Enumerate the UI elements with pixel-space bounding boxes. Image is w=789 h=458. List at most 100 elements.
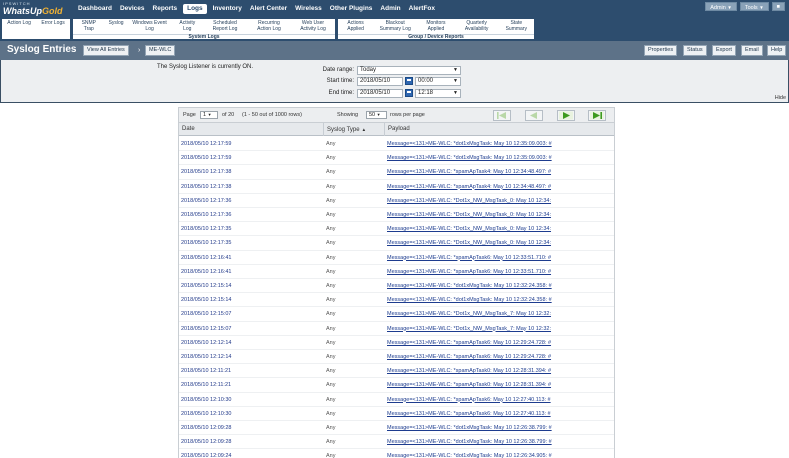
subnav-item-blackout-summary-log[interactable]: Blackout Summary Log [373,19,417,32]
row-payload-link[interactable]: Message=<131>ME-WLC: *Dot1x_NW_MsgTask_0… [387,194,612,208]
subnav-item-activity-log[interactable]: Activity Log [172,19,203,32]
table-row[interactable]: 2018/05/10 12:17:38 Any Message=<131>ME-WL… [179,165,614,180]
table-row[interactable]: 2018/05/10 12:15:07 Any Message=<131>ME-WL… [179,307,614,322]
table-row[interactable]: 2018/05/10 12:17:36 Any Message=<131>ME-WL… [179,194,614,208]
row-payload-link[interactable]: Message=<131>ME-WLC: *spamApTask6: May 1… [387,350,612,364]
page-select[interactable]: 1 ▼ [200,111,218,119]
nav-item-admin[interactable]: Admin [376,4,404,14]
row-payload-link[interactable]: Message=<131>ME-WLC: *spamApTask6: May 1… [387,393,612,407]
calendar-icon[interactable] [405,77,413,85]
row-payload-link[interactable]: Message=<131>ME-WLC: *dot1xMsgTask: May … [387,293,612,307]
email-button[interactable]: Email [741,45,763,56]
nav-item-inventory[interactable]: Inventory [209,4,246,14]
row-payload-link[interactable]: Message=<131>ME-WLC: *spamApTask0: May 1… [387,378,612,392]
properties-button[interactable]: Properties [644,45,678,56]
row-date: 2018/05/10 12:10:30 [181,396,232,403]
subnav-item-actions-applied[interactable]: Actions Applied [338,19,373,32]
table-row[interactable]: 2018/05/10 12:16:41 Any Message=<131>ME-WL… [179,265,614,279]
window-button[interactable]: ■ [771,2,785,11]
table-row[interactable]: 2018/05/10 12:09:28 Any Message=<131>ME-WL… [179,435,614,450]
row-payload-link[interactable]: Message=<131>ME-WLC: *dot1xMsgTask: May … [387,449,612,458]
table-row[interactable]: 2018/05/10 12:11:21 Any Message=<131>ME-WL… [179,364,614,379]
table-row[interactable]: 2018/05/10 12:10:30 Any Message=<131>ME-WL… [179,393,614,407]
table-row[interactable]: 2018/05/10 12:15:14 Any Message=<131>ME-WL… [179,293,614,308]
next-page-button[interactable] [557,110,575,121]
table-row[interactable]: 2018/05/10 12:12:14 Any Message=<131>ME-WL… [179,350,614,365]
subnav-item-action-log[interactable]: Action Log [3,19,35,27]
start-time-select[interactable]: 00:00 ▼ [415,76,461,86]
subnav-item-recurring-action-log[interactable]: Recurring Action Log [247,19,291,32]
rows-per-page-select[interactable]: 50 ▼ [366,111,387,119]
row-payload-link[interactable]: Message=<131>ME-WLC: *dot1xMsgTask: May … [387,435,612,449]
row-payload-link[interactable]: Message=<131>ME-WLC: *spamApTask0: May 1… [387,364,612,378]
previous-page-button[interactable] [525,110,543,121]
table-row[interactable]: 2018/05/10 12:11:21 Any Message=<131>ME-WL… [179,378,614,393]
table-row[interactable]: 2018/05/10 12:17:38 Any Message=<131>ME-WL… [179,180,614,194]
row-payload-link[interactable]: Message=<131>ME-WLC: *spamApTask4: May 1… [387,180,612,194]
table-row[interactable]: 2018/05/10 12:15:07 Any Message=<131>ME-WL… [179,322,614,336]
export-button[interactable]: Export [712,45,736,56]
subnav-group-caption [2,34,70,39]
tools-menu-button[interactable]: Tools ▼ [739,2,769,11]
row-payload-link[interactable]: Message=<131>ME-WLC: *spamApTask6: May 1… [387,407,612,421]
row-payload-link[interactable]: Message=<131>ME-WLC: *spamApTask4: May 1… [387,165,612,179]
row-payload-link[interactable]: Message=<131>ME-WLC: *spamApTask6: May 1… [387,265,612,279]
table-row[interactable]: 2018/05/10 12:09:28 Any Message=<131>ME-WL… [179,421,614,436]
subnav-item-monitors-applied[interactable]: Monitors Applied [417,19,454,32]
nav-item-alertfox[interactable]: AlertFox [405,4,439,14]
subnav-item-windows-event-log[interactable]: Windows Event Log [128,19,172,32]
subnav-item-snmp-trap[interactable]: SNMP Trap [73,19,105,32]
device-breadcrumb-button[interactable]: ME-WLC [145,45,176,56]
nav-item-wireless[interactable]: Wireless [291,4,326,14]
table-row[interactable]: 2018/05/10 12:17:59 Any Message=<131>ME-WL… [179,137,614,152]
subnav-item-quarterly-availability[interactable]: Quarterly Availability [455,19,499,32]
table-row[interactable]: 2018/05/10 12:12:14 Any Message=<131>ME-WL… [179,336,614,350]
column-header-payload[interactable]: Payload [385,123,614,136]
row-payload-link[interactable]: Message=<131>ME-WLC: *Dot1x_NW_MsgTask_7… [387,307,612,321]
column-header-syslog-type[interactable]: Syslog Type ▲ [324,123,385,136]
table-row[interactable]: 2018/05/10 12:16:41 Any Message=<131>ME-WL… [179,251,614,265]
first-page-button[interactable] [493,110,511,121]
nav-item-devices[interactable]: Devices [116,4,149,14]
date-range-select[interactable]: Today ▼ [357,65,461,75]
row-payload-link[interactable]: Message=<131>ME-WLC: *spamApTask6: May 1… [387,251,612,265]
row-payload-link[interactable]: Message=<131>ME-WLC: *Dot1x_NW_MsgTask_0… [387,222,612,236]
table-row[interactable]: 2018/05/10 12:09:24 Any Message=<131>ME-WL… [179,449,614,458]
help-button[interactable]: Help [767,45,787,56]
nav-item-dashboard[interactable]: Dashboard [74,4,116,14]
subnav-item-web-user-activity-log[interactable]: Web User Activity Log [291,19,335,32]
nav-item-alert-center[interactable]: Alert Center [246,4,291,14]
table-row[interactable]: 2018/05/10 12:10:30 Any Message=<131>ME-WL… [179,407,614,421]
row-payload-link[interactable]: Message=<131>ME-WLC: *Dot1x_NW_MsgTask_7… [387,322,612,336]
table-row[interactable]: 2018/05/10 12:17:35 Any Message=<131>ME-WL… [179,236,614,251]
nav-item-logs[interactable]: Logs [183,4,207,14]
subnav-item-scheduled-report-log[interactable]: Scheduled Report Log [203,19,247,32]
row-payload-link[interactable]: Message=<131>ME-WLC: *spamApTask6: May 1… [387,336,612,350]
user-menu-button[interactable]: Admin ▼ [705,2,737,11]
whatsup-gold-logo[interactable]: IPSWITCH WhatsUpGold [3,1,71,17]
start-date-input[interactable]: 2018/05/10 [357,76,403,86]
row-payload-link[interactable]: Message=<131>ME-WLC: *dot1xMsgTask: May … [387,137,612,151]
table-row[interactable]: 2018/05/10 12:17:36 Any Message=<131>ME-WL… [179,208,614,223]
row-payload-link[interactable]: Message=<131>ME-WLC: *Dot1x_NW_MsgTask_0… [387,208,612,222]
nav-item-reports[interactable]: Reports [149,4,182,14]
row-payload-link[interactable]: Message=<131>ME-WLC: *dot1xMsgTask: May … [387,151,612,165]
row-payload-link[interactable]: Message=<131>ME-WLC: *dot1xMsgTask: May … [387,279,612,293]
status-button[interactable]: Status [683,45,707,56]
table-row[interactable]: 2018/05/10 12:17:35 Any Message=<131>ME-WL… [179,222,614,237]
row-payload-link[interactable]: Message=<131>ME-WLC: *dot1xMsgTask: May … [387,421,612,435]
subnav-item-syslog[interactable]: Syslog [105,19,128,27]
table-row[interactable]: 2018/05/10 12:17:59 Any Message=<131>ME-WL… [179,151,614,166]
table-row[interactable]: 2018/05/10 12:15:14 Any Message=<131>ME-WL… [179,279,614,294]
calendar-icon[interactable] [405,89,413,97]
hide-filter-link[interactable]: Hide [775,95,786,101]
view-all-entries-button[interactable]: View All Entries [83,45,129,56]
subnav-item-error-logs[interactable]: Error Logs [37,19,68,27]
end-date-input[interactable]: 2018/05/10 [357,88,403,98]
column-header-date[interactable]: Date [179,123,324,136]
row-payload-link[interactable]: Message=<131>ME-WLC: *Dot1x_NW_MsgTask_0… [387,236,612,250]
last-page-button[interactable] [588,110,606,121]
nav-item-other-plugins[interactable]: Other Plugins [326,4,377,14]
subnav-item-state-summary[interactable]: State Summary [499,19,534,32]
end-time-select[interactable]: 12:18 ▼ [415,88,461,98]
